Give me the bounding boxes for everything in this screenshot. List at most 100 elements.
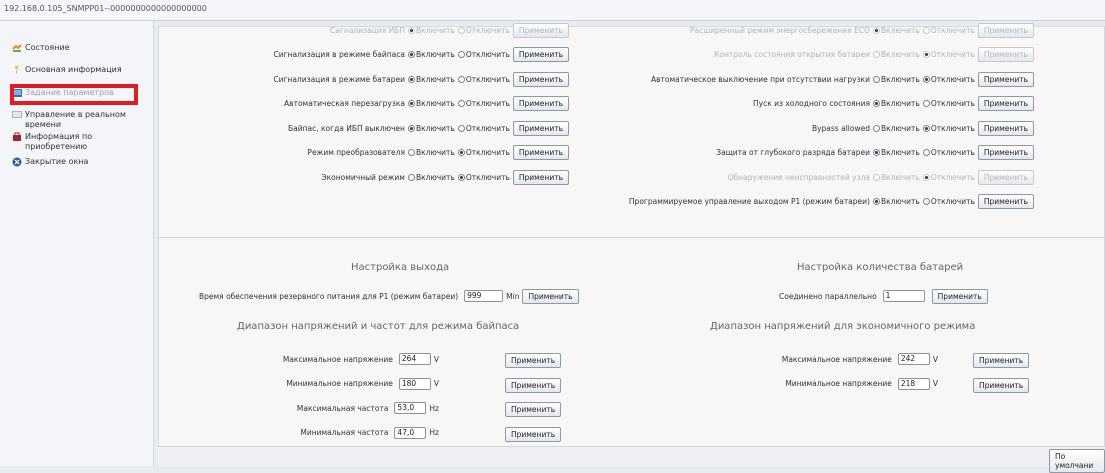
setting-apply-button[interactable]: Применить <box>512 169 569 185</box>
setting-apply-button[interactable]: Применить <box>977 96 1034 111</box>
disable-radio-label: Отключить <box>465 25 510 35</box>
setting-apply-button: Применить <box>977 22 1034 38</box>
range-unit: V <box>433 354 439 364</box>
setting-apply-button: Применить <box>512 22 569 38</box>
setting-apply-button[interactable]: Применить <box>512 71 569 87</box>
setting-apply-button[interactable]: Применить <box>512 145 569 160</box>
enable-radio[interactable]: Включить <box>872 148 920 157</box>
window-title: 192.168.0.105_SNMPP01--00000000000000000… <box>4 4 207 13</box>
range-unit: V <box>433 379 439 388</box>
range-label: Минимальная частота <box>300 428 389 437</box>
output-unit: Min <box>506 291 520 301</box>
bottom-bar <box>158 446 1105 467</box>
disable-radio[interactable]: Отключить <box>457 75 510 84</box>
sidebar-item-realtime[interactable]: Управление в реальном времени <box>12 110 142 130</box>
range-input[interactable]: 180 <box>398 377 431 390</box>
disable-radio: Отключить <box>922 50 975 59</box>
output-apply-button[interactable]: Применить <box>522 288 579 304</box>
battery-apply-button[interactable]: Применить <box>931 288 988 304</box>
section-divider <box>159 237 1104 238</box>
setting-row: Расширенный режим энергосбережения ECO Вк… <box>690 22 1034 38</box>
setting-apply-button[interactable]: Применить <box>512 120 569 136</box>
disable-radio-label: Отключить <box>930 99 975 108</box>
setting-label: Режим преобразователя <box>307 148 405 157</box>
disable-radio-label: Отключить <box>930 123 975 133</box>
battery-row: Соединено параллельно 1 Применить <box>779 288 988 304</box>
disable-radio[interactable]: Отключить <box>922 197 975 206</box>
setting-apply-button[interactable]: Применить <box>977 194 1034 209</box>
battery-label: Соединено параллельно <box>779 291 877 301</box>
setting-apply-button[interactable]: Применить <box>977 120 1034 136</box>
setting-apply-button[interactable]: Применить <box>512 96 569 111</box>
range-apply-button[interactable]: Применить <box>505 353 562 368</box>
setting-row: Байпас, когда ИБП выключен Включить Отключ… <box>288 120 569 136</box>
realtime-icon <box>12 110 22 120</box>
disable-radio[interactable]: Отключить <box>457 124 510 133</box>
eco-section-title: Диапазон напряжений для экономичного реж… <box>710 321 976 332</box>
sidebar-item-basic-info[interactable]: Основная информация <box>12 65 122 75</box>
enable-radio[interactable]: Включить <box>407 173 455 182</box>
disable-radio-label: Отключить <box>465 172 510 182</box>
range-input[interactable]: 264 <box>398 353 431 365</box>
range-apply-button[interactable]: Применить <box>505 426 562 442</box>
enable-radio[interactable]: Включить <box>407 148 455 157</box>
enable-radio[interactable]: Включить <box>407 124 455 133</box>
battery-count-input[interactable]: 1 <box>882 290 925 302</box>
sidebar-item-purchase[interactable]: Информация по приобретению <box>12 132 153 152</box>
disable-radio-label: Отключить <box>930 74 975 84</box>
setting-label: Автоматическое выключение при отсутствии… <box>650 74 870 84</box>
enable-radio-label: Включить <box>415 99 455 108</box>
range-apply-button[interactable]: Применить <box>505 402 562 417</box>
setting-apply-button[interactable]: Применить <box>977 71 1034 87</box>
disable-radio[interactable]: Отключить <box>922 74 975 84</box>
enable-radio[interactable]: Включить <box>407 99 455 108</box>
sidebar-item-close-window[interactable]: Закрытие окна <box>12 157 88 167</box>
disable-radio: Отключить <box>922 173 975 182</box>
range-input[interactable]: 242 <box>897 353 930 365</box>
status-icon <box>12 43 22 53</box>
enable-radio-label: Включить <box>415 148 455 157</box>
enable-radio-label: Включить <box>880 197 920 206</box>
setting-label: Байпас, когда ИБП выключен <box>288 123 405 133</box>
disable-radio[interactable]: Отключить <box>457 99 510 108</box>
disable-radio[interactable]: Отключить <box>922 148 975 157</box>
enable-radio[interactable]: Включить <box>872 74 920 84</box>
range-input[interactable]: 218 <box>897 377 930 390</box>
setting-apply-button[interactable]: Применить <box>512 47 569 62</box>
disable-radio: Отключить <box>457 25 510 35</box>
disable-radio: Отключить <box>922 26 975 35</box>
purchase-icon <box>12 132 22 142</box>
enable-radio-label: Включить <box>415 25 455 35</box>
output-time-input[interactable]: 999 <box>464 290 504 302</box>
enable-radio[interactable]: Включить <box>407 50 455 59</box>
disable-radio[interactable]: Отключить <box>922 123 975 133</box>
sidebar-item-label: Основная информация <box>25 65 122 74</box>
range-apply-button[interactable]: Применить <box>505 377 562 393</box>
range-input[interactable]: 47,0 <box>394 426 427 439</box>
range-unit: Hz <box>429 403 439 413</box>
setting-apply-button[interactable]: Применить <box>977 145 1034 160</box>
enable-radio[interactable]: Включить <box>407 75 455 84</box>
enable-radio-label: Включить <box>880 172 920 182</box>
range-apply-button[interactable]: Применить <box>973 353 1030 368</box>
default-button[interactable]: По умолчани <box>1049 449 1105 473</box>
disable-radio[interactable]: Отключить <box>922 99 975 108</box>
range-apply-button[interactable]: Применить <box>973 377 1030 393</box>
setting-row: Сигнализация в режиме батареи Включить Отк… <box>273 71 569 87</box>
disable-radio[interactable]: Отключить <box>457 172 510 182</box>
sidebar-item-status[interactable]: Состояние <box>12 43 70 53</box>
disable-radio[interactable]: Отключить <box>457 148 510 157</box>
enable-radio-label: Включить <box>880 74 920 84</box>
settings-panel: Сигнализация ИБП Включить Отключить Примени… <box>158 22 1105 466</box>
info-icon <box>12 65 22 75</box>
enable-radio[interactable]: Включить <box>872 123 920 133</box>
enable-radio[interactable]: Включить <box>872 197 920 206</box>
enable-radio-label: Включить <box>415 50 455 59</box>
enable-radio[interactable]: Включить <box>872 99 920 108</box>
enable-radio-label: Включить <box>880 123 920 133</box>
range-input[interactable]: 53,0 <box>394 402 427 414</box>
setting-row: Пуск из холодного состояния Включить Отклю… <box>753 96 1034 112</box>
disable-radio[interactable]: Отключить <box>457 50 510 59</box>
setting-row: Режим преобразователя Включить Отключить Пр… <box>307 145 569 161</box>
setting-label: Обнаружение неисправностей узла <box>727 172 870 182</box>
